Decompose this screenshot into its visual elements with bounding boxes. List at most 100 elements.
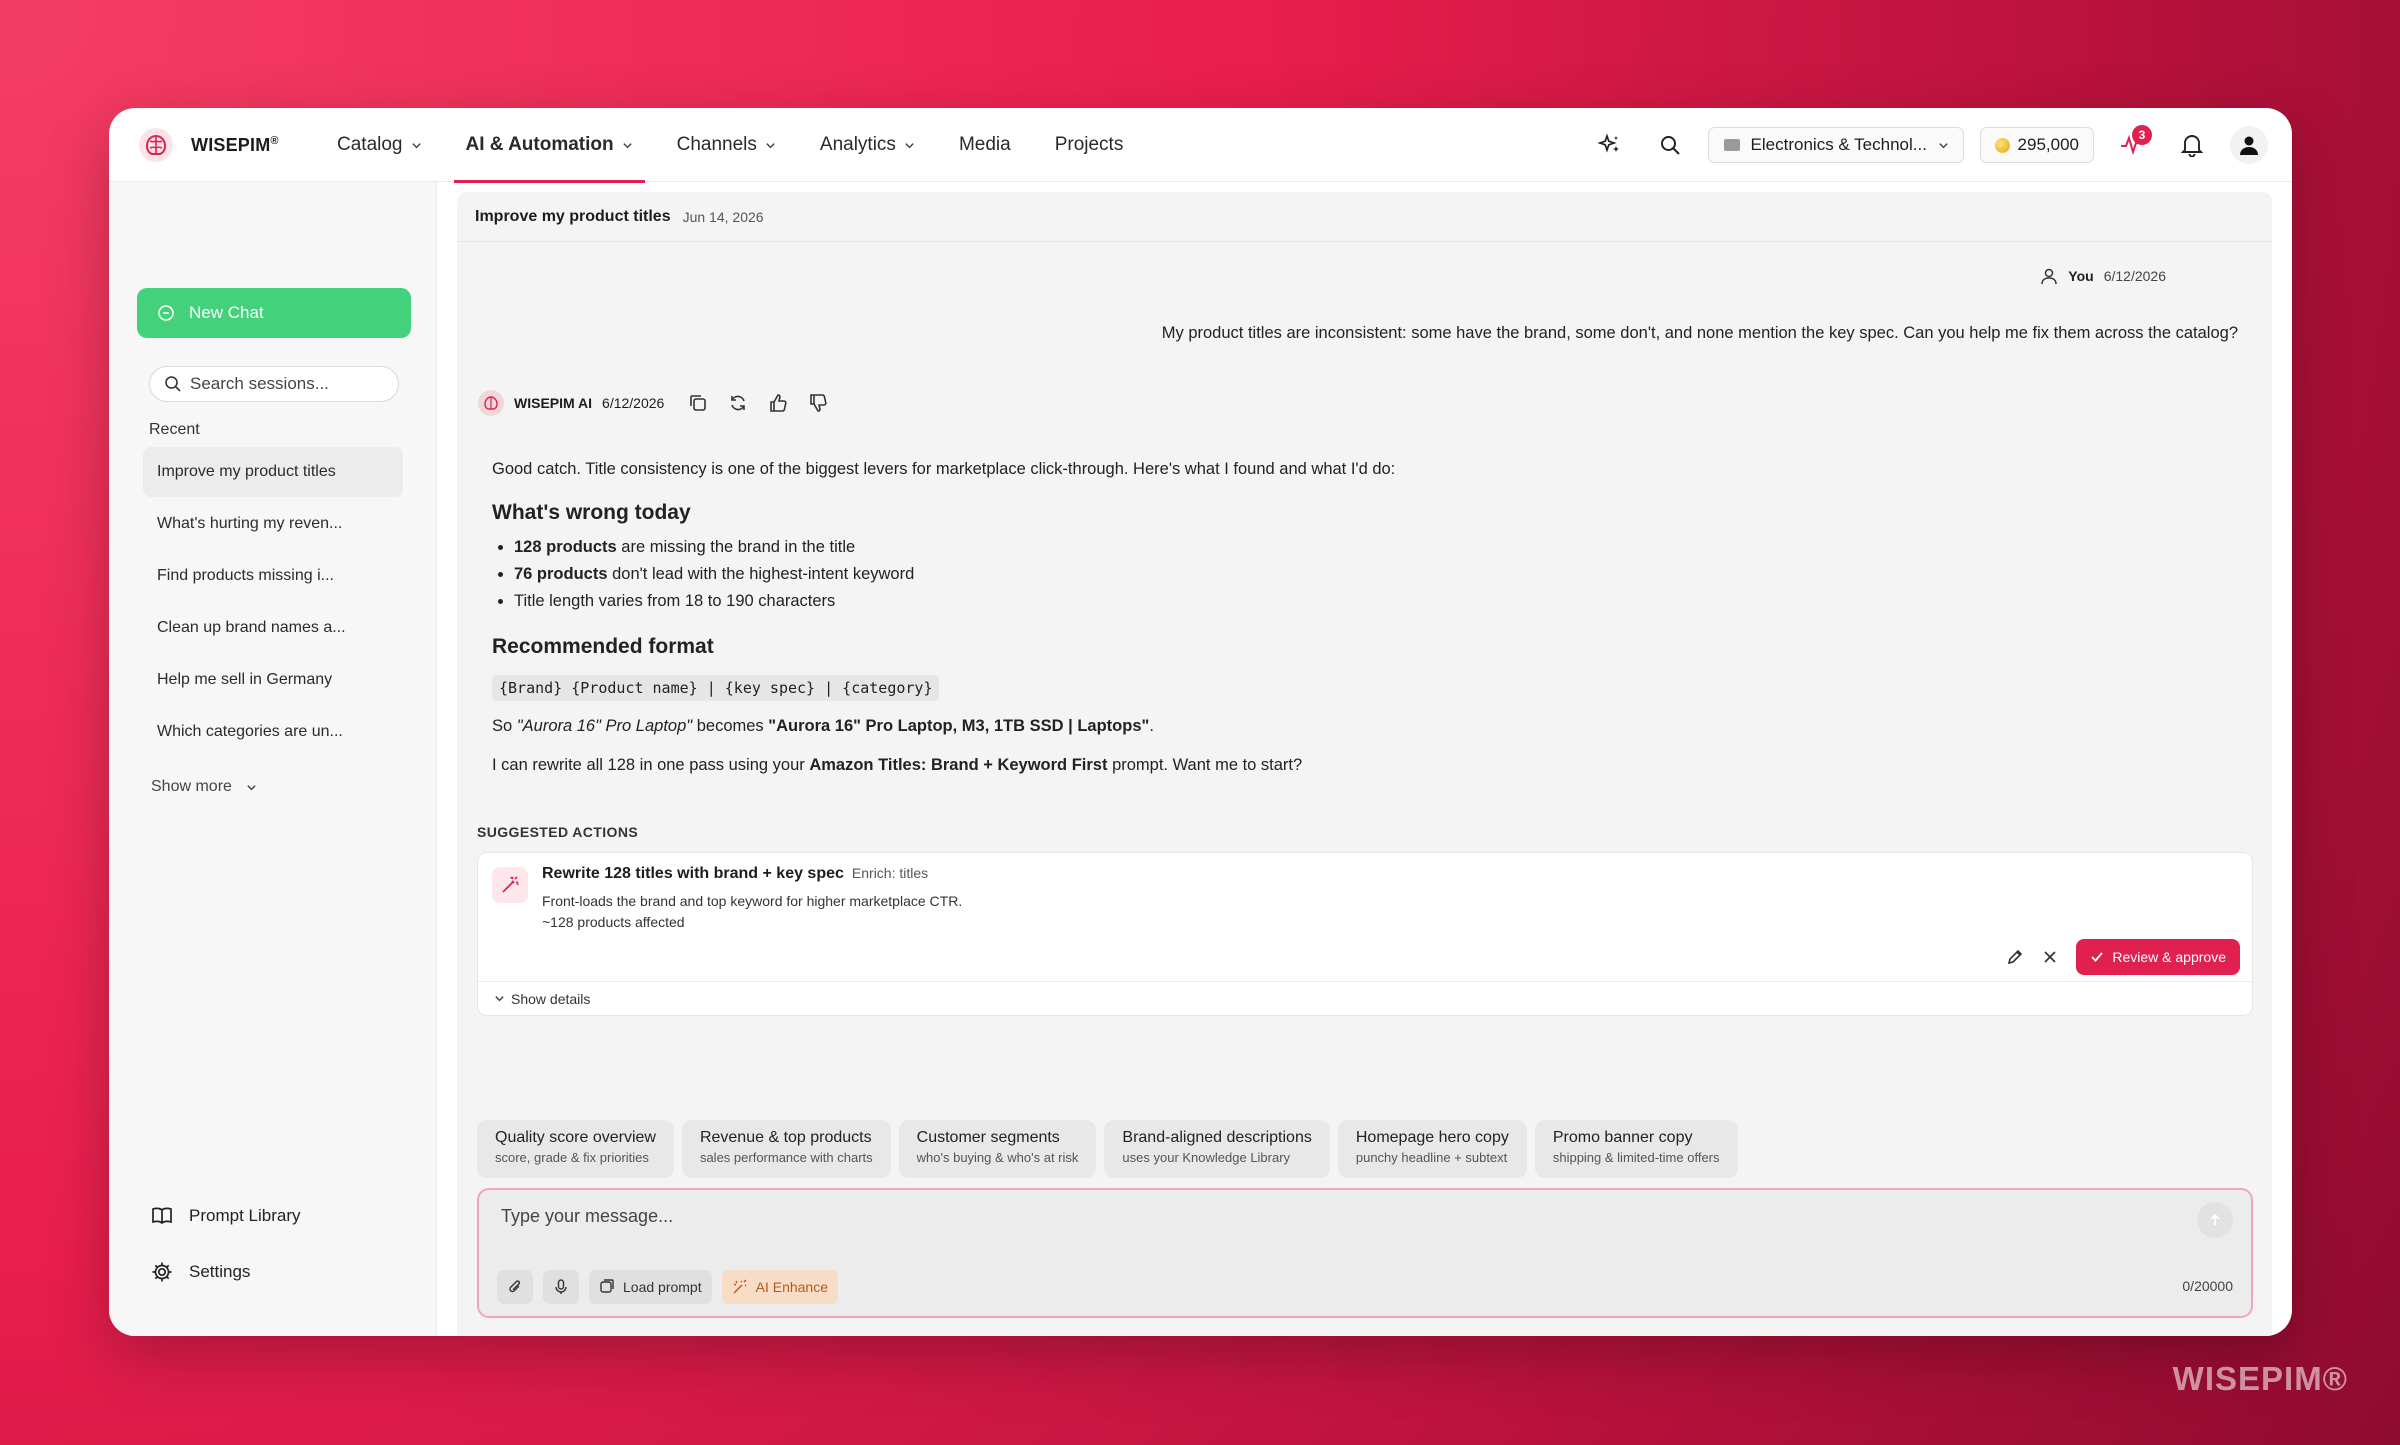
- suggestion-chip[interactable]: Promo banner copy shipping & limited-time…: [1534, 1120, 1738, 1178]
- send-button[interactable]: [2197, 1202, 2233, 1238]
- new-chat-label: New Chat: [189, 303, 264, 322]
- search-icon: [1660, 136, 1680, 155]
- show-more-button[interactable]: Show more: [151, 778, 257, 796]
- close-icon[interactable]: [2042, 949, 2058, 965]
- paperclip-icon: [509, 1280, 521, 1293]
- ai-enhance-button[interactable]: AI Enhance: [721, 1270, 838, 1304]
- book-icon: [152, 1207, 172, 1225]
- composer-tools: Load prompt AI Enhance: [497, 1270, 838, 1304]
- sparkle-button[interactable]: [1588, 123, 1632, 167]
- section-heading: Recommended format: [492, 634, 714, 658]
- chevron-down-icon: [247, 784, 256, 790]
- copy-icon[interactable]: [688, 393, 708, 413]
- suggestion-chip[interactable]: Revenue & top products sales performance …: [681, 1120, 891, 1178]
- credits-balance[interactable]: 295,000: [1979, 127, 2094, 163]
- store-selector[interactable]: Electronics & Technol...: [1707, 127, 1964, 163]
- message-actions: [688, 393, 828, 413]
- nav-label: Channels: [676, 134, 757, 155]
- thumbs-down-icon[interactable]: [808, 393, 828, 413]
- pencil-icon[interactable]: [2006, 948, 2024, 966]
- suggestion-chip[interactable]: Quality score overview score, grade & fix…: [477, 1120, 674, 1178]
- suggestion-chip[interactable]: Homepage hero copy punchy headline + subt…: [1337, 1120, 1527, 1178]
- list-item: 76 products don't lead with the highest-…: [514, 561, 2192, 588]
- notification-count-badge: 3: [2132, 125, 2152, 145]
- session-item[interactable]: Clean up brand names a...: [143, 603, 403, 653]
- credits-value: 295,000: [2017, 135, 2079, 154]
- example-after: "Aurora 16" Pro Laptop, M3, 1TB SSD | La…: [768, 717, 1150, 736]
- closing-text: I can rewrite all 128 in one pass using …: [492, 755, 810, 774]
- prompt-library-label: Prompt Library: [189, 1206, 301, 1225]
- action-affected: ~128 products affected: [542, 914, 685, 930]
- message-input[interactable]: Type your message...: [501, 1206, 673, 1227]
- show-details-toggle[interactable]: Show details: [478, 981, 2252, 1015]
- suggestion-chip[interactable]: Brand-aligned descriptions uses your Know…: [1104, 1120, 1330, 1178]
- ai-intro: Good catch. Title consistency is one of …: [492, 460, 1396, 478]
- nav-analytics[interactable]: Analytics: [798, 108, 937, 182]
- session-item[interactable]: Improve my product titles: [143, 447, 403, 497]
- chip-subtitle: punchy headline + subtext: [1355, 1150, 1508, 1165]
- chip-title: Revenue & top products: [699, 1129, 872, 1146]
- list-item: 128 products are missing the brand in th…: [514, 534, 2192, 561]
- arrow-up-icon: [2210, 1213, 2220, 1225]
- ai-message: Good catch. Title consistency is one of …: [492, 450, 2192, 784]
- search-button[interactable]: [1648, 123, 1692, 167]
- chat-header: Improve my product titles Jun 14, 2026: [457, 192, 2272, 242]
- chat-panel: Improve my product titles Jun 14, 2026 Y…: [457, 192, 2272, 1336]
- session-item[interactable]: What's hurting my reven...: [143, 499, 403, 549]
- new-chat-button[interactable]: New Chat: [137, 288, 411, 338]
- ai-message-date: 6/12/2026: [602, 395, 665, 411]
- microphone-button[interactable]: [543, 1270, 579, 1304]
- chip-title: Quality score overview: [495, 1129, 656, 1146]
- regenerate-icon[interactable]: [728, 393, 748, 413]
- example-text: .: [1149, 717, 1154, 736]
- nav-media[interactable]: Media: [937, 108, 1033, 182]
- suggested-actions-label: SUGGESTED ACTIONS: [477, 824, 639, 840]
- review-approve-button[interactable]: Review & approve: [2076, 939, 2240, 975]
- user-avatar[interactable]: [2230, 126, 2268, 164]
- user-message: My product titles are inconsistent: some…: [1161, 324, 2238, 342]
- example-text: So: [492, 717, 517, 736]
- notifications-button[interactable]: [2170, 123, 2214, 167]
- session-item[interactable]: Which categories are un...: [143, 707, 403, 757]
- suggestion-chip[interactable]: Customer segments who's buying & who's at…: [898, 1120, 1097, 1178]
- user-name: You: [2068, 268, 2094, 284]
- show-details-label: Show details: [511, 990, 591, 1007]
- user-message-date: 6/12/2026: [2103, 268, 2166, 284]
- magic-wand-icon: [492, 867, 528, 903]
- recent-label: Recent: [149, 421, 200, 438]
- attach-button[interactable]: [497, 1270, 533, 1304]
- nav-projects[interactable]: Projects: [1033, 108, 1146, 182]
- nav-label: Media: [958, 134, 1011, 155]
- chip-title: Brand-aligned descriptions: [1122, 1129, 1312, 1146]
- nav-catalog[interactable]: Catalog: [315, 108, 444, 182]
- activity-button[interactable]: 3: [2110, 123, 2154, 167]
- nav-ai-automation[interactable]: AI & Automation: [444, 108, 655, 183]
- brand-name: WISEPIM®: [191, 134, 279, 155]
- coin-icon: [1994, 137, 2010, 153]
- session-item[interactable]: Help me sell in Germany: [143, 655, 403, 705]
- settings-link[interactable]: Settings: [151, 1261, 250, 1283]
- nav-channels[interactable]: Channels: [655, 108, 798, 182]
- closing-line: I can rewrite all 128 in one pass using …: [492, 752, 2192, 778]
- list-item-bold: 76 products: [514, 565, 608, 584]
- brain-logo-icon: [484, 396, 498, 410]
- chip-subtitle: uses your Knowledge Library: [1122, 1150, 1291, 1165]
- session-item[interactable]: Find products missing i...: [143, 551, 403, 601]
- chip-subtitle: sales performance with charts: [699, 1150, 873, 1165]
- action-desc-text: Front-loads the brand and top keyword fo…: [542, 893, 963, 909]
- chevron-down-icon: [766, 142, 775, 148]
- load-prompt-button[interactable]: Load prompt: [589, 1270, 712, 1304]
- search-sessions-input[interactable]: Search sessions...: [149, 366, 399, 402]
- example-line: So "Aurora 16" Pro Laptop" becomes "Auro…: [492, 713, 2192, 739]
- load-prompt-label: Load prompt: [623, 1279, 702, 1295]
- check-icon: [2091, 952, 2104, 962]
- search-placeholder: Search sessions...: [190, 374, 329, 393]
- message-composer[interactable]: Type your message... Load prompt AI Enha…: [477, 1188, 2253, 1318]
- user-icon: [2041, 268, 2058, 285]
- brand-logo[interactable]: WISEPIM®: [137, 126, 279, 164]
- nav-label: Catalog: [337, 134, 403, 155]
- prompt-library-link[interactable]: Prompt Library: [151, 1206, 300, 1226]
- prompt-suggestions: Quality score overview score, grade & fix…: [477, 1120, 1738, 1178]
- thumbs-up-icon[interactable]: [768, 393, 788, 413]
- ai-avatar: [478, 390, 504, 416]
